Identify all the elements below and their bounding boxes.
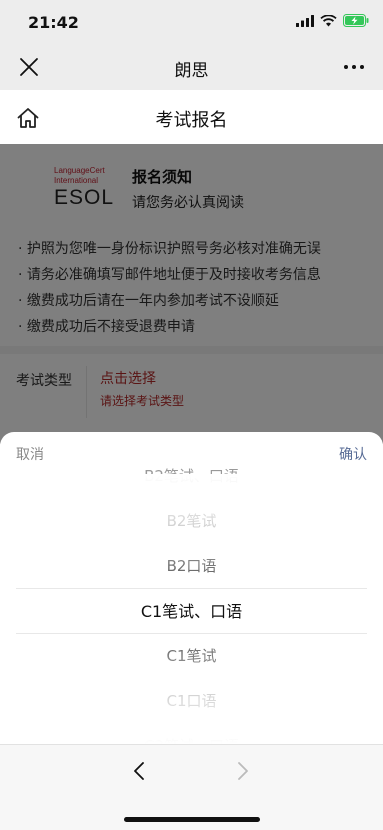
picker-option[interactable]: B2口语: [0, 544, 383, 589]
more-icon[interactable]: [343, 56, 365, 78]
picker-option-selected[interactable]: C1笔试、口语: [0, 589, 383, 634]
wifi-icon: [320, 14, 337, 26]
picker-option[interactable]: C1笔试: [0, 634, 383, 679]
browser-toolbar: [0, 744, 383, 830]
picker-option[interactable]: B2笔试: [0, 499, 383, 544]
page-title: 考试报名: [155, 110, 228, 131]
picker-option[interactable]: C2笔试、口语: [0, 724, 383, 744]
nav-title: 朗思: [174, 61, 209, 81]
nav-bar: 朗思: [0, 44, 383, 90]
exam-type-picker: 取消 确认 B2笔试、口语 B2笔试 B2口语 C1笔试、口语 C1笔试 C1口…: [0, 432, 383, 744]
back-arrow-icon[interactable]: [128, 759, 152, 783]
forward-arrow-icon[interactable]: [230, 759, 254, 783]
signal-icon: [296, 14, 314, 27]
picker-option[interactable]: C1口语: [0, 679, 383, 724]
status-icons: [296, 14, 369, 27]
status-bar: 21:42: [0, 0, 383, 44]
picker-option[interactable]: B2笔试、口语: [0, 454, 383, 499]
battery-charging-icon: [343, 14, 369, 27]
picker-wheel[interactable]: B2笔试、口语 B2笔试 B2口语 C1笔试、口语 C1笔试 C1口语 C2笔试…: [0, 467, 383, 744]
modal-backdrop[interactable]: [0, 144, 383, 444]
home-indicator: [124, 817, 260, 822]
page-header: 考试报名: [0, 90, 383, 144]
status-time: 21:42: [28, 13, 79, 32]
